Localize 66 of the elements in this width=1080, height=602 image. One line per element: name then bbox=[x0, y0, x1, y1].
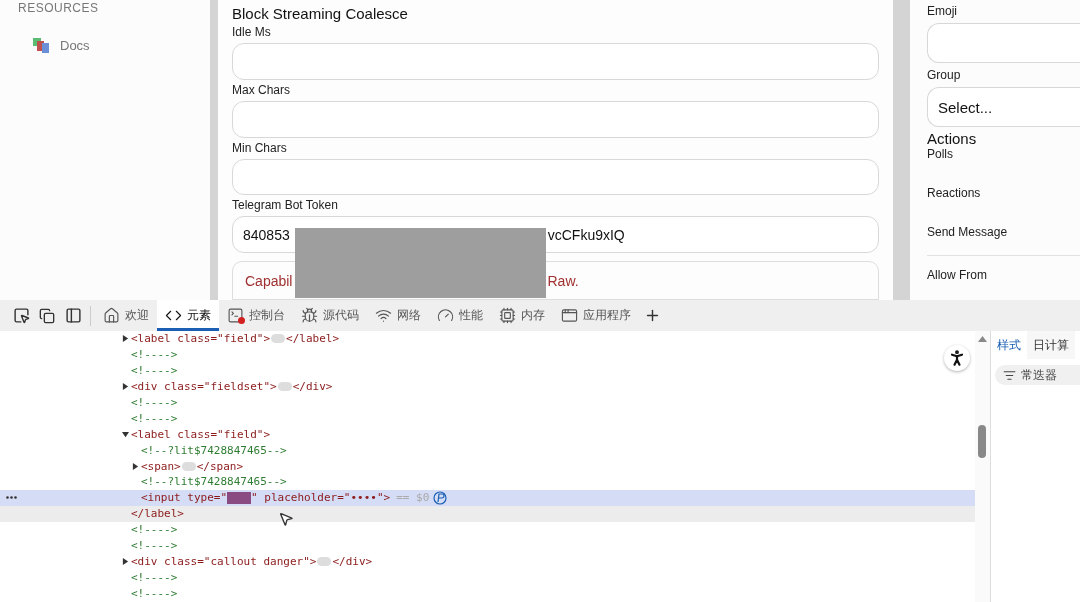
code-line[interactable]: <div class="fieldset"> </div> bbox=[0, 378, 975, 395]
action-label: Polls bbox=[927, 147, 953, 161]
collapsed-triangle-icon[interactable] bbox=[122, 557, 129, 565]
code-line[interactable]: <div class="callout danger"> </div> bbox=[0, 553, 975, 570]
field-label: Telegram Bot Token bbox=[232, 198, 339, 213]
scroll-up-icon[interactable] bbox=[978, 336, 987, 342]
section-title: Actions bbox=[927, 130, 978, 147]
action-label: Send Message bbox=[927, 225, 1008, 239]
code-line[interactable]: <!----> bbox=[0, 537, 975, 554]
devtools-tab[interactable]: 网络 bbox=[367, 300, 429, 331]
devtools-tab[interactable]: 欢迎 bbox=[95, 300, 157, 331]
field-label: Allow From bbox=[927, 268, 988, 283]
window-icon bbox=[561, 307, 578, 324]
code-line[interactable]: <!----> bbox=[0, 394, 975, 411]
more-options-icon[interactable] bbox=[6, 496, 17, 500]
gauge-icon bbox=[437, 307, 454, 324]
code-line[interactable]: <!----> bbox=[0, 362, 975, 379]
chip-icon bbox=[499, 307, 516, 324]
bug-icon bbox=[301, 307, 318, 324]
select-field[interactable]: Select... bbox=[927, 87, 1080, 127]
collapsed-triangle-icon[interactable] bbox=[122, 335, 129, 343]
code-line[interactable]: <!----> bbox=[0, 585, 975, 602]
sidebar-item[interactable]: Docs bbox=[32, 37, 90, 53]
devtools-tab[interactable]: 元素 bbox=[157, 300, 219, 331]
section-title: Block Streaming Coalesce bbox=[232, 5, 409, 22]
collapsed-triangle-icon[interactable] bbox=[132, 462, 139, 470]
field-label: Idle Ms bbox=[232, 25, 272, 39]
code-line[interactable]: <!----> bbox=[0, 346, 975, 363]
code-line[interactable]: <span> </span> bbox=[0, 458, 975, 474]
circled-letter-icon[interactable] bbox=[433, 490, 448, 505]
code-line[interactable]: <!----> bbox=[0, 569, 975, 586]
scrollbar-thumb[interactable] bbox=[978, 425, 986, 458]
field-label: Emoji bbox=[927, 4, 958, 19]
input-field[interactable] bbox=[232, 43, 879, 80]
field-label: Group bbox=[927, 68, 962, 83]
filter-field[interactable]: 常迭器 bbox=[995, 365, 1080, 385]
code-line[interactable]: <label class="field"> bbox=[0, 426, 975, 443]
accessibility-icon[interactable] bbox=[944, 345, 970, 371]
input-field[interactable] bbox=[232, 158, 879, 196]
panel-tab[interactable]: 日计算 bbox=[1027, 331, 1075, 359]
section-heading: RESOURCES bbox=[18, 1, 100, 15]
redaction bbox=[227, 491, 252, 504]
scrollbar[interactable] bbox=[975, 331, 990, 602]
field-label: Max Chars bbox=[232, 82, 291, 97]
input-field[interactable] bbox=[232, 100, 879, 138]
code-line[interactable]: <!----> bbox=[0, 410, 975, 427]
home-icon bbox=[103, 307, 120, 324]
terminal-icon bbox=[227, 307, 244, 324]
devtools-tab[interactable]: 性能 bbox=[429, 300, 491, 331]
action-label: Reactions bbox=[927, 186, 981, 200]
field-label: Min Chars bbox=[232, 140, 288, 155]
code-line[interactable]: <!--?lit$7428847465--> bbox=[0, 442, 975, 459]
input-field[interactable] bbox=[927, 23, 1080, 63]
devtools-tab[interactable]: 源代码 bbox=[293, 300, 367, 331]
code-line[interactable]: <label class="field"> </label> bbox=[0, 331, 975, 347]
docs-icon bbox=[32, 37, 50, 53]
wifi-icon bbox=[375, 307, 392, 324]
collapsed-triangle-icon[interactable] bbox=[122, 383, 129, 391]
cursor-icon bbox=[278, 511, 292, 529]
code-line[interactable]: <!--?lit$7428847465--> bbox=[0, 474, 975, 490]
devtools-tab[interactable]: 控制台 bbox=[219, 300, 293, 331]
devtools-tab[interactable]: 内存 bbox=[491, 300, 553, 331]
expanded-triangle-icon[interactable] bbox=[122, 430, 129, 438]
code-line[interactable]: <!----> bbox=[0, 521, 975, 538]
filter-icon bbox=[1003, 369, 1016, 382]
devtools-tab[interactable]: 应用程序 bbox=[553, 300, 639, 331]
